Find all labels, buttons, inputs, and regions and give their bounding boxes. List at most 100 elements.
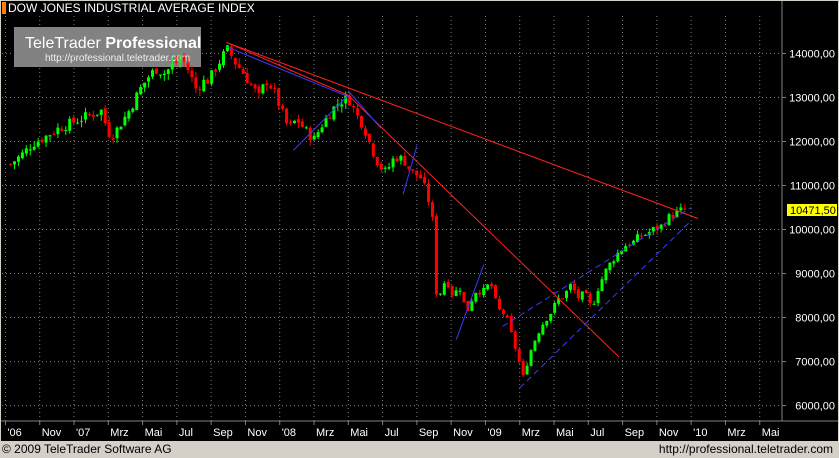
x-tick-label: '09 xyxy=(487,427,501,439)
candle-down xyxy=(576,289,580,299)
candle-up xyxy=(32,146,36,150)
candle-up xyxy=(76,122,80,124)
candle-up xyxy=(549,313,553,321)
candle-up xyxy=(340,104,344,107)
candle-up xyxy=(454,290,458,296)
candle-up xyxy=(525,365,529,375)
candle-down xyxy=(371,143,375,157)
candle-up xyxy=(438,293,442,295)
last-price-label: 10471,50 xyxy=(790,205,836,217)
candle-down xyxy=(430,202,434,217)
candle-up xyxy=(545,320,549,326)
candle-up xyxy=(470,301,474,311)
candle-down xyxy=(249,84,253,86)
candle-up xyxy=(541,324,545,335)
candle-down xyxy=(375,156,379,166)
x-tick-label: Sep xyxy=(213,427,233,439)
candle-down xyxy=(190,70,194,78)
candle-up xyxy=(151,70,155,77)
candle-down xyxy=(154,68,158,74)
candle-up xyxy=(320,127,324,133)
y-tick-label: 6000,00 xyxy=(795,401,835,413)
candle-down xyxy=(501,309,505,315)
candle-up xyxy=(158,74,162,76)
logo-url: http://professional.teletrader.com xyxy=(45,53,190,64)
candle-down xyxy=(494,285,498,299)
candle-down xyxy=(363,128,367,136)
candle-down xyxy=(233,57,237,65)
candle-up xyxy=(178,59,182,62)
candle-up xyxy=(166,69,170,74)
last-price-tag: 10471,50 xyxy=(787,204,837,217)
candle-down xyxy=(107,122,111,137)
candle-up xyxy=(20,152,24,159)
x-tick-label: Mai xyxy=(556,427,574,439)
candle-down xyxy=(214,69,218,72)
candle-up xyxy=(44,135,48,143)
candle-down xyxy=(505,315,509,318)
candle-up xyxy=(482,287,486,296)
candle-down xyxy=(517,349,521,362)
x-tick-label: Jul xyxy=(590,427,604,439)
candle-up xyxy=(312,135,316,140)
y-tick-label: 9000,00 xyxy=(795,269,835,281)
candle-down xyxy=(423,177,427,184)
candle-down xyxy=(174,61,178,63)
candle-up xyxy=(565,290,569,299)
candle-down xyxy=(265,83,269,86)
candle-up xyxy=(458,290,462,292)
candle-up xyxy=(486,284,490,290)
candle-up xyxy=(399,155,403,161)
x-tick-label: Mrz xyxy=(727,427,745,439)
x-tick-label: Mai xyxy=(350,427,368,439)
x-tick-label: '06 xyxy=(7,427,21,439)
x-tick-label: Sep xyxy=(625,427,645,439)
candle-down xyxy=(194,77,198,89)
candle-up xyxy=(580,291,584,300)
x-tick-label: Mrz xyxy=(316,427,334,439)
candle-down xyxy=(513,331,517,349)
candle-up xyxy=(604,268,608,281)
candle-down xyxy=(462,292,466,303)
candle-up xyxy=(537,333,541,342)
y-tick-label: 8000,00 xyxy=(795,313,835,325)
candle-down xyxy=(450,286,454,296)
candle-down xyxy=(40,139,44,142)
y-tick-label: 14000,00 xyxy=(789,48,835,60)
candle-up xyxy=(474,292,478,302)
candle-down xyxy=(186,63,190,71)
x-tick-label: Sep xyxy=(419,427,439,439)
candle-up xyxy=(28,149,32,151)
candle-up xyxy=(127,111,131,119)
candle-down xyxy=(683,208,687,210)
candle-down xyxy=(584,290,588,293)
candle-down xyxy=(490,283,494,287)
candle-down xyxy=(91,114,95,117)
candle-up xyxy=(16,156,20,162)
candle-up xyxy=(387,167,391,169)
candle-down xyxy=(446,281,450,288)
candle-down xyxy=(87,114,91,116)
candle-up xyxy=(608,262,612,271)
candle-down xyxy=(60,128,64,131)
candle-down xyxy=(111,138,115,140)
candle-down xyxy=(521,360,525,376)
candle-up xyxy=(442,283,446,295)
candle-down xyxy=(572,283,576,291)
candle-up xyxy=(316,132,320,138)
candle-up xyxy=(115,127,119,139)
footer-copyright: © 2009 TeleTrader Software AG xyxy=(2,442,172,456)
candle-up xyxy=(529,350,533,366)
candle-down xyxy=(182,57,186,62)
x-tick-label: Mrz xyxy=(110,427,128,439)
candle-up xyxy=(218,63,222,70)
footer-url[interactable]: http://professional.teletrader.com xyxy=(659,441,833,458)
candle-down xyxy=(289,122,293,124)
x-tick-label: Nov xyxy=(453,427,473,439)
candle-down xyxy=(434,216,438,295)
candle-up xyxy=(304,127,308,129)
logo-brand: TeleTrader Professional xyxy=(25,35,201,52)
candle-up xyxy=(659,224,663,229)
candle-up xyxy=(553,302,557,313)
candle-up xyxy=(123,116,127,126)
